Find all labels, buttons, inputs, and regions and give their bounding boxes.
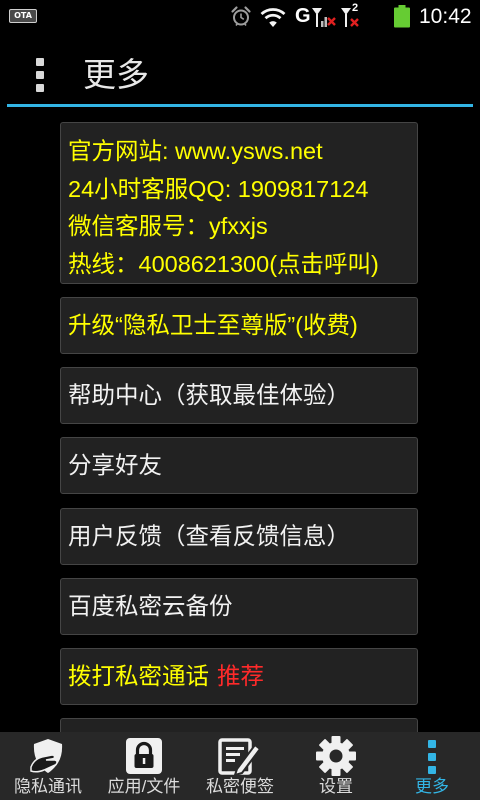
menu-item-label: 分享好友 [68,452,162,478]
network-type-label: G [295,5,311,27]
recommend-badge: 推荐 [217,663,264,689]
tab-more[interactable]: 更多 [384,732,480,800]
signal-sim1-icon [311,5,337,29]
menu-item-label: 升级“隐私卫士至尊版”(收费) [68,312,358,338]
qq-service-line: 24小时客服QQ: 1909817124 [68,175,369,202]
menu-item-label: 拨打私密通话 [68,663,209,689]
sim2-label: 2 [352,2,359,14]
ota-badge: OTA [9,9,37,23]
website-line[interactable]: 官方网站: www.ysws.net [68,133,410,171]
wifi-icon [260,6,286,28]
menu-item-label: 百度私密云备份 [68,593,233,619]
tab-privacy-comm[interactable]: 隐私通讯 [0,732,96,800]
menu-item-feedback[interactable]: 用户反馈（查看反馈信息） [60,508,418,565]
menu-item-label: 帮助中心（获取最佳体验） [68,382,350,408]
clock: 10:42 [419,5,472,28]
menu-item-private-call[interactable]: 拨打私密通话 推荐 [60,648,418,705]
overflow-menu-button[interactable] [26,53,56,97]
privacy-comm-icon [28,735,68,777]
tab-label-apps-files: 应用/文件 [107,777,181,796]
tab-label-settings: 设置 [319,777,353,796]
more-dots-icon [427,735,437,777]
contact-info-card[interactable]: 官方网站: www.ysws.net 24小时客服QQ: 1909817124 … [60,122,418,284]
gear-icon [315,735,357,777]
more-menu-list: 官方网站: www.ysws.net 24小时客服QQ: 1909817124 … [0,108,480,732]
wechat-service-line: 微信客服号：yfxxjs [68,213,268,239]
tab-label-private-notes: 私密便签 [206,777,274,796]
tab-apps-files[interactable]: 应用/文件 [96,732,192,800]
menu-item-help-center[interactable]: 帮助中心（获取最佳体验） [60,367,418,424]
menu-item-upgrade[interactable]: 升级“隐私卫士至尊版”(收费) [60,297,418,354]
status-bar: OTA G 2 10:42 [0,0,480,33]
hotline-line[interactable]: 热线：4008621300(点击呼叫) [68,246,410,284]
tab-settings[interactable]: 设置 [288,732,384,800]
note-icon [217,735,263,777]
alarm-icon [230,5,252,27]
menu-item-label: 用户反馈（查看反馈信息） [68,523,350,549]
overflow-dots-icon [35,57,45,93]
page-title: 更多 [83,56,149,93]
action-bar-divider [7,104,473,107]
action-bar: 更多 [0,33,480,104]
menu-item-share[interactable]: 分享好友 [60,437,418,494]
tab-label-more: 更多 [415,777,449,796]
lock-icon [125,735,163,777]
bottom-tab-bar: 隐私通讯 应用/文件 私密便签 设置 更多 [0,732,480,800]
tab-label-privacy-comm: 隐私通讯 [14,777,82,796]
tab-private-notes[interactable]: 私密便签 [192,732,288,800]
battery-icon [393,4,411,28]
menu-item-baidu-backup[interactable]: 百度私密云备份 [60,578,418,635]
menu-item-partial[interactable] [60,718,418,732]
